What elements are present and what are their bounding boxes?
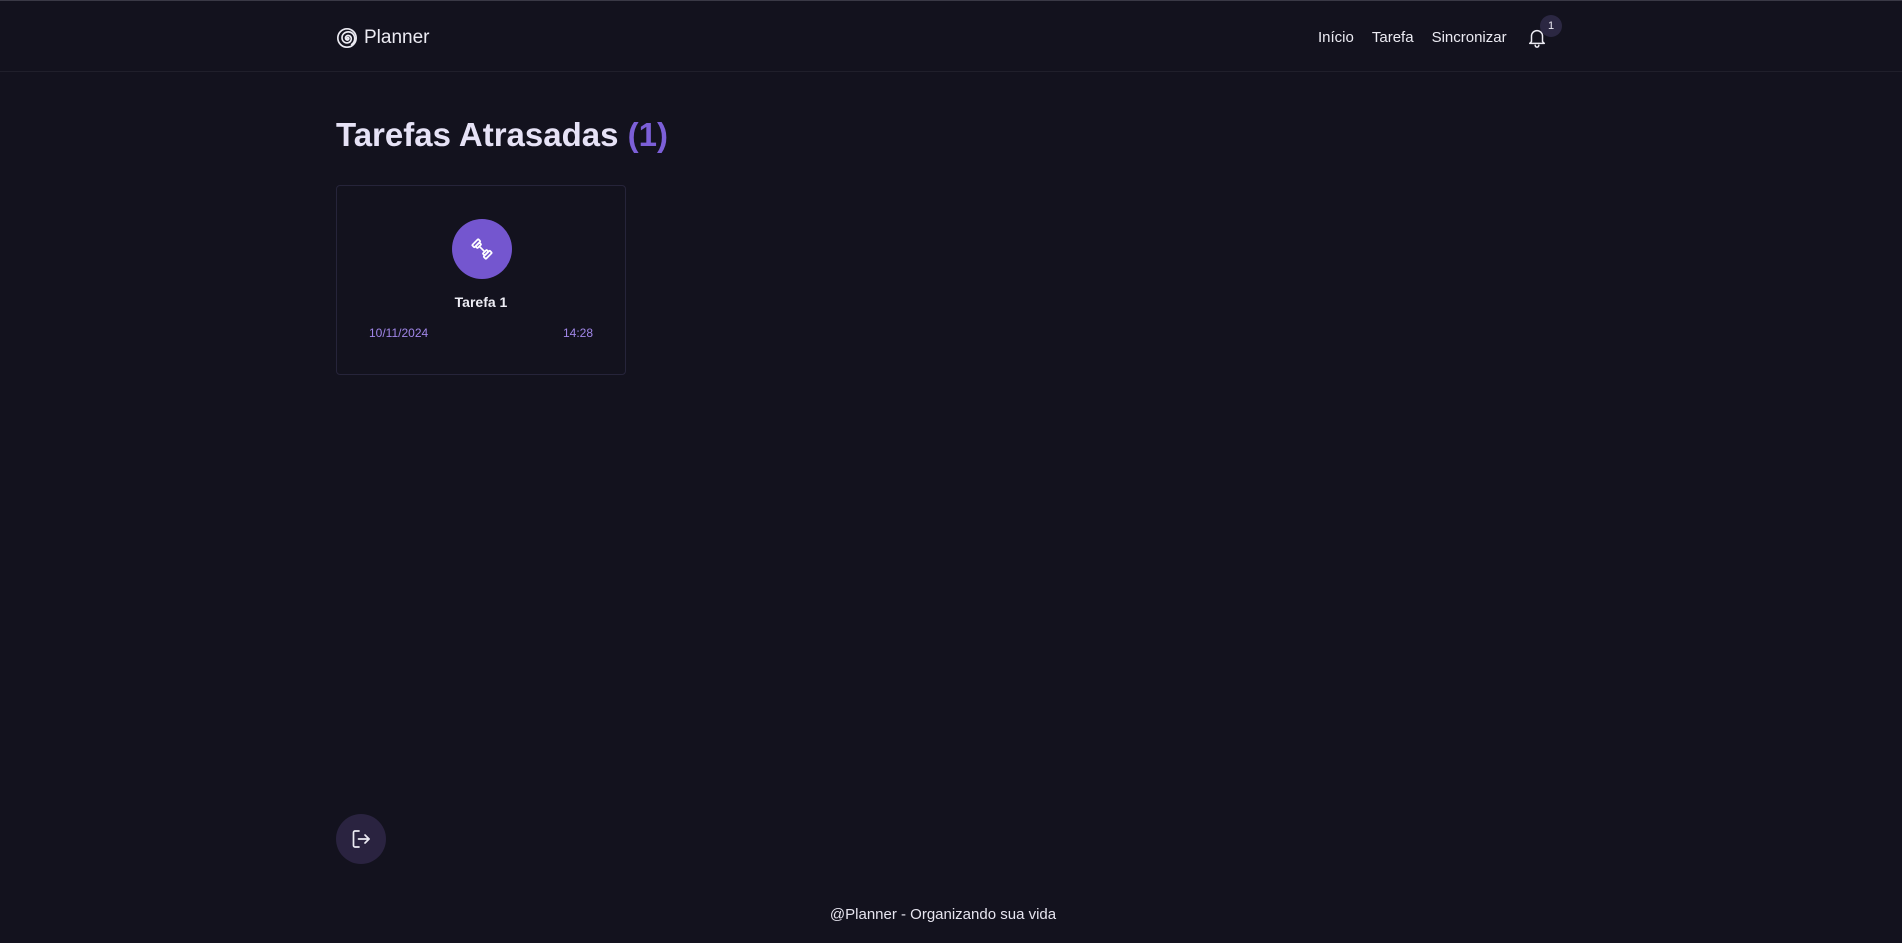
nav-link-inicio[interactable]: Início	[1318, 29, 1354, 46]
spiral-logo-icon	[336, 27, 358, 49]
nav-link-sincronizar[interactable]: Sincronizar	[1432, 29, 1507, 46]
page-title: Tarefas Atrasadas (1)	[336, 116, 668, 154]
task-time: 14:28	[562, 326, 593, 340]
page-title-text: Tarefas Atrasadas	[336, 116, 619, 153]
brand-logo-link[interactable]: Planner	[336, 25, 430, 51]
nav-link-tarefa[interactable]: Tarefa	[1372, 29, 1414, 46]
dumbbell-icon	[469, 236, 495, 262]
task-icon-badge	[452, 219, 512, 279]
task-card[interactable]: Tarefa 1 10/11/2024 14:28	[336, 185, 626, 375]
notification-count-badge: 1	[1540, 15, 1562, 37]
top-navbar: Planner Início Tarefa Sincronizar 1	[0, 1, 1902, 72]
brand-name: Planner	[364, 27, 430, 48]
main-nav: Início Tarefa Sincronizar	[1318, 24, 1525, 50]
task-title: Tarefa 1	[454, 294, 508, 310]
logout-icon	[349, 827, 373, 851]
page-title-count: (1)	[627, 116, 668, 153]
logout-button[interactable]	[336, 814, 386, 864]
footer-text: @Planner - Organizando sua vida	[829, 906, 1057, 923]
task-date: 10/11/2024	[369, 326, 429, 340]
